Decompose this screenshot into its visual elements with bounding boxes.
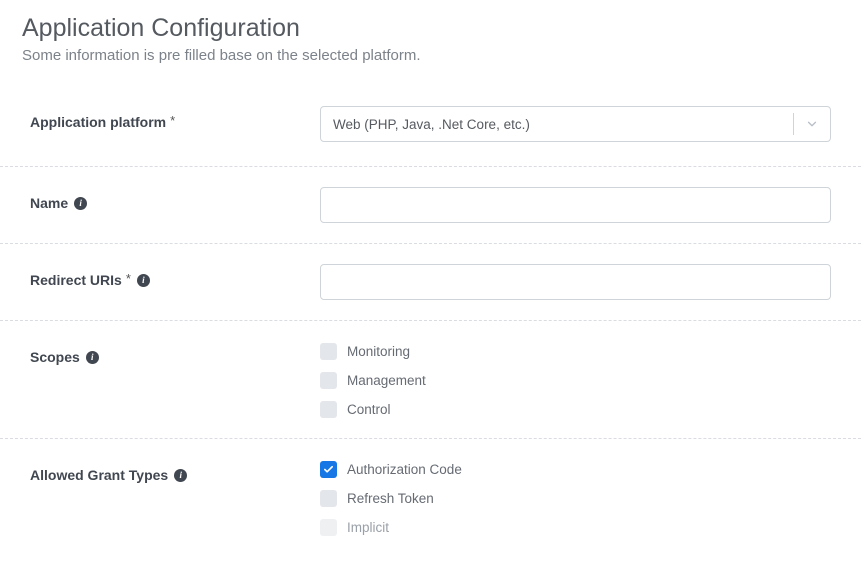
page-header: Application Configuration Some informati… [0, 0, 861, 74]
label-col-name: Name i [30, 187, 320, 211]
row-application-platform: Application platform * Web (PHP, Java, .… [0, 100, 861, 167]
checkbox-grant-authorization-code[interactable]: Authorization Code [320, 461, 831, 478]
checkbox-label: Monitoring [347, 344, 410, 359]
checkbox-box [320, 372, 337, 389]
checkbox-grant-implicit: Implicit [320, 519, 831, 536]
info-icon[interactable]: i [174, 469, 187, 482]
input-col-grant-types: Authorization Code Refresh Token Implici… [320, 459, 831, 536]
label-application-platform: Application platform [30, 114, 166, 130]
label-grant-types: Allowed Grant Types [30, 467, 168, 483]
input-col-redirect [320, 264, 831, 300]
redirect-uris-input[interactable] [320, 264, 831, 300]
scopes-checkbox-list: Monitoring Management Control [320, 341, 831, 418]
checkbox-label: Management [347, 373, 426, 388]
checkbox-box [320, 519, 337, 536]
row-redirect-uris: Redirect URIs * i [0, 244, 861, 321]
checkbox-label: Refresh Token [347, 491, 434, 506]
row-scopes: Scopes i Monitoring Management [0, 321, 861, 439]
label-scopes: Scopes [30, 349, 80, 365]
platform-select[interactable]: Web (PHP, Java, .Net Core, etc.) [320, 106, 831, 142]
platform-select-value: Web (PHP, Java, .Net Core, etc.) [321, 117, 793, 132]
checkbox-box [320, 401, 337, 418]
info-icon[interactable]: i [137, 274, 150, 287]
checkbox-label: Authorization Code [347, 462, 462, 477]
label-col-platform: Application platform * [30, 106, 320, 130]
page-title: Application Configuration [22, 14, 839, 43]
info-icon[interactable]: i [86, 351, 99, 364]
checkbox-label: Control [347, 402, 391, 417]
input-col-name [320, 187, 831, 223]
chevron-down-icon [794, 117, 830, 131]
checkbox-grant-refresh-token[interactable]: Refresh Token [320, 490, 831, 507]
form-section: Application platform * Web (PHP, Java, .… [0, 100, 861, 556]
checkbox-label: Implicit [347, 520, 389, 535]
input-col-scopes: Monitoring Management Control [320, 341, 831, 418]
page-subtitle: Some information is pre filled base on t… [22, 47, 839, 64]
checkbox-scope-monitoring[interactable]: Monitoring [320, 343, 831, 360]
label-col-redirect: Redirect URIs * i [30, 264, 320, 288]
checkbox-box [320, 490, 337, 507]
name-input[interactable] [320, 187, 831, 223]
required-mark: * [126, 271, 131, 286]
label-name: Name [30, 195, 68, 211]
required-mark: * [170, 113, 175, 128]
label-col-grant-types: Allowed Grant Types i [30, 459, 320, 483]
grant-types-checkbox-list: Authorization Code Refresh Token Implici… [320, 459, 831, 536]
input-col-platform: Web (PHP, Java, .Net Core, etc.) [320, 106, 831, 142]
checkbox-scope-management[interactable]: Management [320, 372, 831, 389]
row-grant-types: Allowed Grant Types i Authorization Code… [0, 439, 861, 556]
checkbox-box [320, 461, 337, 478]
info-icon[interactable]: i [74, 197, 87, 210]
label-col-scopes: Scopes i [30, 341, 320, 365]
platform-select-wrapper: Web (PHP, Java, .Net Core, etc.) [320, 106, 831, 142]
checkbox-box [320, 343, 337, 360]
check-icon [323, 464, 334, 475]
checkbox-scope-control[interactable]: Control [320, 401, 831, 418]
row-name: Name i [0, 167, 861, 244]
label-redirect-uris: Redirect URIs [30, 272, 122, 288]
